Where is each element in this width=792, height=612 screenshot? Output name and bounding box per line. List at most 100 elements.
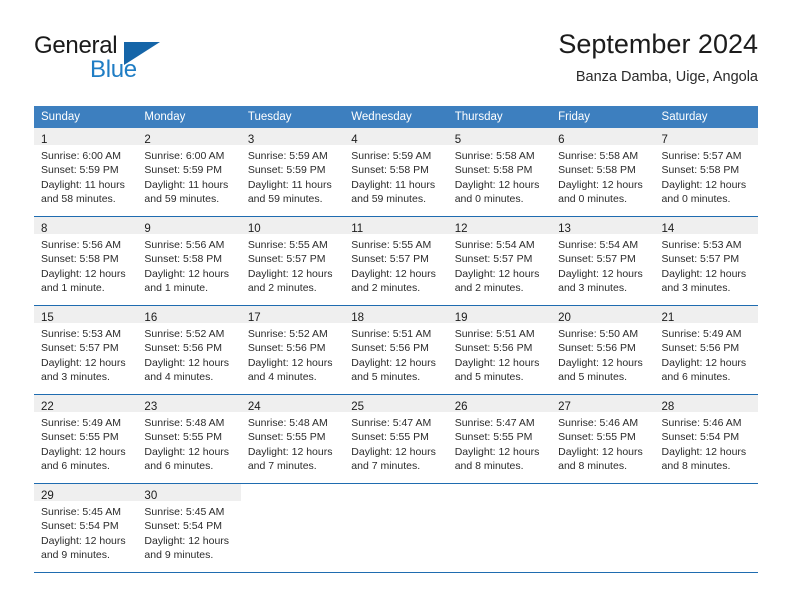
daylight-text-line2: and 0 minutes.: [661, 193, 731, 206]
daylight-text-line1: Daylight: 12 hours: [351, 356, 436, 369]
day-cell[interactable]: 12 Sunrise: 5:54 AM Sunset: 5:57 PM Dayl…: [447, 216, 552, 306]
day-cell-empty: [447, 483, 552, 573]
daylight-text-line2: and 5 minutes.: [558, 371, 627, 384]
day-number: 10: [247, 223, 261, 235]
sunset-text: Sunset: 5:57 PM: [558, 253, 636, 266]
day-cell[interactable]: 29 Sunrise: 5:45 AM Sunset: 5:54 PM Dayl…: [34, 483, 138, 573]
sunrise-text: Sunrise: 5:53 AM: [661, 239, 742, 251]
day-cell[interactable]: 22 Sunrise: 5:49 AM Sunset: 5:55 PM Dayl…: [34, 394, 138, 484]
day-cell[interactable]: 30 Sunrise: 5:45 AM Sunset: 5:54 PM Dayl…: [137, 483, 241, 573]
sunrise-text: Sunrise: 5:54 AM: [454, 239, 535, 251]
daylight-text-line1: Daylight: 11 hours: [41, 178, 125, 191]
sunrise-text: Sunrise: 5:55 AM: [351, 239, 432, 251]
daylight-text-line2: and 4 minutes.: [144, 371, 214, 384]
day-number: 23: [144, 401, 158, 413]
day-number: 16: [144, 312, 158, 324]
day-number: 18: [351, 312, 365, 324]
sunrise-text: Sunrise: 6:00 AM: [144, 150, 225, 162]
daylight-text-line2: and 6 minutes.: [41, 460, 110, 473]
sunset-text: Sunset: 5:58 PM: [351, 164, 429, 177]
daylight-text-line2: and 8 minutes.: [558, 460, 627, 473]
sunrise-text: Sunrise: 5:46 AM: [661, 417, 742, 429]
daylight-text-line1: Daylight: 11 hours: [247, 178, 332, 191]
weekday-header-saturday: Saturday: [654, 106, 758, 128]
daylight-text-line2: and 58 minutes.: [41, 193, 116, 206]
daylight-text-line1: Daylight: 11 hours: [144, 178, 229, 191]
day-cell[interactable]: 27 Sunrise: 5:46 AM Sunset: 5:55 PM Dayl…: [551, 394, 655, 484]
calendar-week-row: 8 Sunrise: 5:56 AM Sunset: 5:58 PM Dayli…: [34, 216, 758, 306]
sunrise-text: Sunrise: 5:55 AM: [247, 239, 328, 251]
daylight-text-line1: Daylight: 12 hours: [144, 267, 230, 280]
day-number: 20: [558, 312, 571, 324]
day-cell[interactable]: 2 Sunrise: 6:00 AM Sunset: 5:59 PM Dayli…: [137, 128, 241, 217]
day-number: 21: [661, 312, 675, 324]
daylight-text-line2: and 3 minutes.: [41, 371, 110, 384]
weekday-header-friday: Friday: [551, 106, 655, 128]
sunrise-text: Sunrise: 6:00 AM: [41, 150, 121, 162]
day-cell[interactable]: 16 Sunrise: 5:52 AM Sunset: 5:56 PM Dayl…: [137, 305, 241, 395]
day-cell[interactable]: 26 Sunrise: 5:47 AM Sunset: 5:55 PM Dayl…: [447, 394, 552, 484]
daylight-text-line1: Daylight: 12 hours: [351, 267, 436, 280]
sunrise-text: Sunrise: 5:48 AM: [144, 417, 225, 429]
daylight-text-line2: and 2 minutes.: [351, 282, 421, 295]
day-number: 14: [661, 223, 675, 235]
weekday-header-monday: Monday: [137, 106, 241, 128]
day-number: 30: [144, 490, 158, 502]
sunset-text: Sunset: 5:59 PM: [247, 164, 326, 177]
daylight-text-line2: and 5 minutes.: [351, 371, 421, 384]
day-cell[interactable]: 10 Sunrise: 5:55 AM Sunset: 5:57 PM Dayl…: [240, 216, 345, 306]
daylight-text-line2: and 7 minutes.: [351, 460, 421, 473]
sunrise-text: Sunrise: 5:59 AM: [247, 150, 328, 162]
sunrise-text: Sunrise: 5:46 AM: [558, 417, 639, 429]
daylight-text-line2: and 4 minutes.: [247, 371, 317, 384]
day-cell[interactable]: 1 Sunrise: 6:00 AM Sunset: 5:59 PM Dayli…: [34, 128, 138, 217]
day-cell-empty: [551, 483, 655, 573]
daylight-text-line2: and 8 minutes.: [661, 460, 731, 473]
day-cell[interactable]: 25 Sunrise: 5:47 AM Sunset: 5:55 PM Dayl…: [344, 394, 448, 484]
day-cell[interactable]: 6 Sunrise: 5:58 AM Sunset: 5:58 PM Dayli…: [551, 128, 655, 217]
daylight-text-line2: and 1 minute.: [144, 282, 209, 295]
day-cell[interactable]: 11 Sunrise: 5:55 AM Sunset: 5:57 PM Dayl…: [344, 216, 448, 306]
sunset-text: Sunset: 5:57 PM: [351, 253, 429, 266]
day-cell[interactable]: 8 Sunrise: 5:56 AM Sunset: 5:58 PM Dayli…: [34, 216, 138, 306]
day-cell[interactable]: 15 Sunrise: 5:53 AM Sunset: 5:57 PM Dayl…: [34, 305, 138, 395]
day-cell[interactable]: 19 Sunrise: 5:51 AM Sunset: 5:56 PM Dayl…: [447, 305, 552, 395]
day-cell[interactable]: 14 Sunrise: 5:53 AM Sunset: 5:57 PM Dayl…: [654, 216, 758, 306]
day-cell[interactable]: 7 Sunrise: 5:57 AM Sunset: 5:58 PM Dayli…: [654, 128, 758, 217]
calendar-week-row: 29 Sunrise: 5:45 AM Sunset: 5:54 PM Dayl…: [34, 483, 758, 573]
sunrise-text: Sunrise: 5:59 AM: [351, 150, 432, 162]
sunrise-text: Sunrise: 5:49 AM: [661, 328, 742, 340]
day-cell[interactable]: 9 Sunrise: 5:56 AM Sunset: 5:58 PM Dayli…: [137, 216, 241, 306]
day-cell[interactable]: 5 Sunrise: 5:58 AM Sunset: 5:58 PM Dayli…: [447, 128, 552, 217]
sunset-text: Sunset: 5:55 PM: [144, 431, 223, 444]
daylight-text-line1: Daylight: 12 hours: [558, 445, 643, 458]
day-cell[interactable]: 28 Sunrise: 5:46 AM Sunset: 5:54 PM Dayl…: [654, 394, 758, 484]
sunset-text: Sunset: 5:57 PM: [41, 342, 119, 355]
page-title: September 2024: [558, 29, 758, 59]
day-cell[interactable]: 18 Sunrise: 5:51 AM Sunset: 5:56 PM Dayl…: [344, 305, 448, 395]
day-cell[interactable]: 20 Sunrise: 5:50 AM Sunset: 5:56 PM Dayl…: [551, 305, 655, 395]
daylight-text-line1: Daylight: 12 hours: [41, 445, 126, 458]
daylight-text-line1: Daylight: 12 hours: [41, 267, 126, 280]
day-cell[interactable]: 4 Sunrise: 5:59 AM Sunset: 5:58 PM Dayli…: [344, 128, 448, 217]
day-cell[interactable]: 23 Sunrise: 5:48 AM Sunset: 5:55 PM Dayl…: [137, 394, 241, 484]
daylight-text-line1: Daylight: 12 hours: [454, 178, 540, 191]
sunset-text: Sunset: 5:54 PM: [144, 520, 223, 533]
calendar-week-row: 22 Sunrise: 5:49 AM Sunset: 5:55 PM Dayl…: [34, 394, 758, 484]
sunset-text: Sunset: 5:58 PM: [41, 253, 119, 266]
day-cell[interactable]: 24 Sunrise: 5:48 AM Sunset: 5:55 PM Dayl…: [240, 394, 345, 484]
day-number: 11: [351, 223, 364, 235]
daylight-text-line1: Daylight: 12 hours: [661, 445, 747, 458]
day-number: 22: [41, 401, 54, 413]
day-number: 28: [661, 401, 675, 413]
day-cell[interactable]: 3 Sunrise: 5:59 AM Sunset: 5:59 PM Dayli…: [240, 128, 345, 217]
day-cell[interactable]: 21 Sunrise: 5:49 AM Sunset: 5:56 PM Dayl…: [654, 305, 758, 395]
day-cell[interactable]: 17 Sunrise: 5:52 AM Sunset: 5:56 PM Dayl…: [240, 305, 345, 395]
daylight-text-line2: and 1 minute.: [41, 282, 105, 295]
daylight-text-line1: Daylight: 12 hours: [454, 445, 540, 458]
day-cell[interactable]: 13 Sunrise: 5:54 AM Sunset: 5:57 PM Dayl…: [551, 216, 655, 306]
daylight-text-line2: and 7 minutes.: [247, 460, 317, 473]
sunrise-text: Sunrise: 5:45 AM: [41, 506, 121, 518]
sunrise-text: Sunrise: 5:47 AM: [454, 417, 535, 429]
daylight-text-line1: Daylight: 12 hours: [454, 267, 540, 280]
